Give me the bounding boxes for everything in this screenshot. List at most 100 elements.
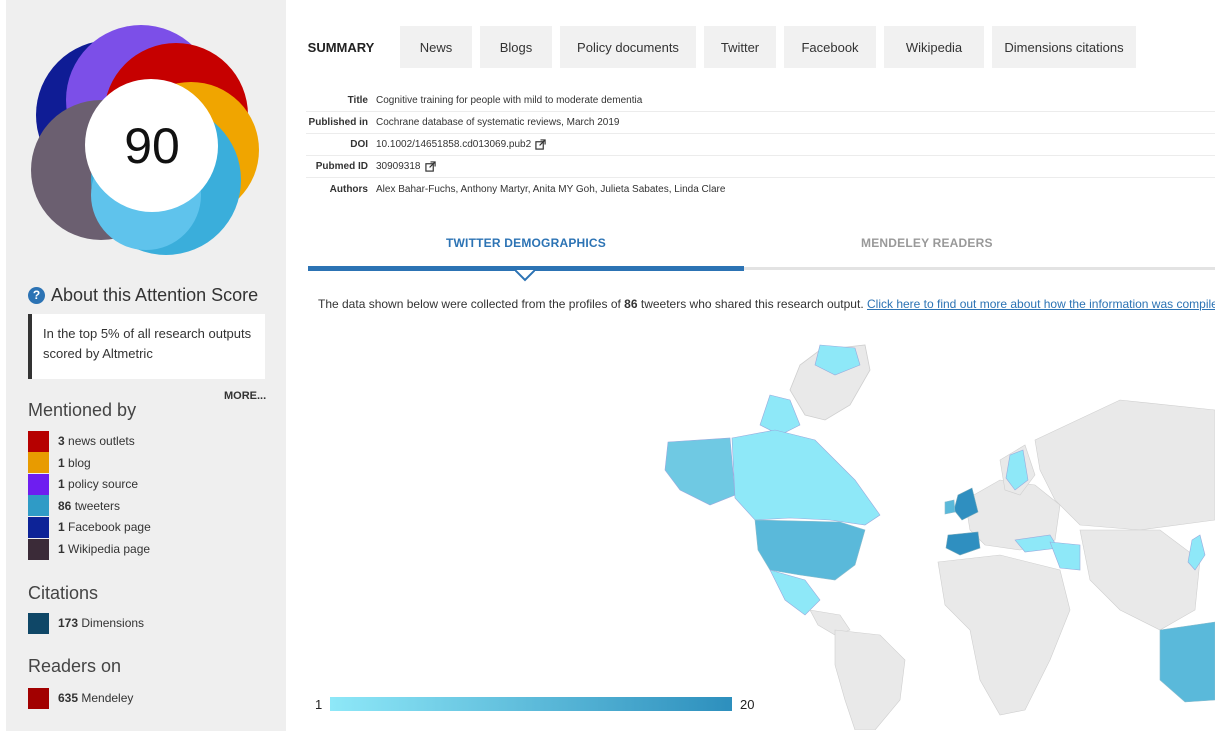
scale-max-label: 20 — [740, 697, 755, 712]
scale-min-label: 1 — [315, 697, 323, 712]
doi-label: DOI — [350, 139, 368, 150]
published-value: Cochrane database of systematic reviews,… — [376, 117, 620, 128]
mention-row[interactable]: 1 policy source — [28, 473, 138, 495]
mention-row[interactable]: 86 tweeters — [28, 495, 120, 517]
mentioned-by-heading: Mentioned by — [28, 400, 137, 420]
mention-swatch — [28, 516, 49, 538]
map-region-alaska[interactable] — [664, 437, 736, 506]
tab-dimensions-citations[interactable]: Dimensions citations — [992, 26, 1136, 68]
world-map — [664, 344, 1215, 730]
mention-text[interactable]: 86 tweeters — [58, 499, 120, 513]
reader-count: 635 — [58, 691, 79, 705]
mention-row[interactable]: 1 Facebook page — [28, 516, 151, 538]
pubmed-row: Pubmed ID 30909318 — [306, 156, 1215, 178]
title-row: Title Cognitive training for people with… — [306, 90, 1215, 112]
authors-value: Alex Bahar-Fuchs, Anthony Martyr, Anita … — [376, 183, 726, 195]
tab-twitter-demographics[interactable]: TWITTER DEMOGRAPHICS — [446, 236, 606, 250]
about-attention-score[interactable]: ? About this Attention Score — [28, 285, 258, 306]
pubmed-label: Pubmed ID — [315, 161, 368, 172]
desc-suffix: tweeters who shared this research output… — [637, 297, 867, 311]
mention-row[interactable]: 1 Wikipedia page — [28, 538, 150, 560]
about-label: About this Attention Score — [51, 285, 259, 305]
citation-row[interactable]: 173 Dimensions — [28, 612, 144, 634]
desc-count: 86 — [624, 297, 638, 311]
mention-text[interactable]: 3 news outlets — [58, 434, 135, 448]
map-region-australia[interactable] — [1159, 621, 1215, 703]
reader-swatch — [28, 687, 49, 709]
title-value: Cognitive training for people with mild … — [376, 95, 643, 106]
attention-score-value: 90 — [86, 80, 218, 212]
map-region-africa[interactable] — [937, 554, 1071, 716]
color-scale-bar — [330, 697, 732, 711]
question-circle-icon: ? — [28, 287, 45, 304]
readers-heading: Readers on — [28, 656, 122, 676]
title-label: Title — [347, 95, 368, 106]
tab-summary[interactable]: SUMMARY — [290, 26, 392, 68]
map-region-spain[interactable] — [945, 531, 981, 556]
reader-text[interactable]: 635 Mendeley — [58, 691, 133, 705]
mention-text[interactable]: 1 Wikipedia page — [58, 542, 150, 556]
citation-count: 173 — [58, 616, 79, 630]
citation-text[interactable]: 173 Dimensions — [58, 616, 144, 630]
map-region-iran[interactable] — [1049, 541, 1081, 571]
caret-down-icon — [515, 270, 535, 282]
authors-label: Authors — [329, 183, 368, 195]
map-region-canada-arctic[interactable] — [759, 394, 801, 436]
doi-value[interactable]: 10.1002/14651858.cd013069.pub2 — [376, 139, 531, 150]
map-region-russia[interactable] — [1034, 399, 1215, 531]
mention-label: policy source — [64, 477, 139, 492]
pubmed-link[interactable]: 30909318 — [376, 161, 436, 172]
mention-label: Wikipedia page — [64, 542, 151, 556]
published-row: Published in Cochrane database of system… — [306, 112, 1215, 134]
reader-row[interactable]: 635 Mendeley — [28, 687, 133, 709]
pubmed-value[interactable]: 30909318 — [376, 161, 421, 172]
authors-row: Authors Alex Bahar-Fuchs, Anthony Martyr… — [306, 178, 1215, 200]
mention-row[interactable]: 1 blog — [28, 452, 91, 474]
mention-count: 86 — [58, 498, 72, 513]
tab-twitter[interactable]: Twitter — [704, 26, 776, 68]
mention-label: blog — [64, 455, 91, 470]
mention-row[interactable]: 3 news outlets — [28, 430, 135, 452]
demographics-tabs: TWITTER DEMOGRAPHICS MENDELEY READERS — [308, 236, 1215, 282]
tab-policy-documents[interactable]: Policy documents — [560, 26, 696, 68]
mention-count: 3 — [58, 434, 65, 448]
desc-info-link[interactable]: Click here to find out more about how th… — [867, 297, 1215, 311]
map-region-canada[interactable] — [731, 429, 881, 526]
output-metadata: Title Cognitive training for people with… — [306, 90, 1215, 200]
tab-blogs[interactable]: Blogs — [480, 26, 552, 68]
mention-label: Facebook page — [64, 520, 151, 535]
mention-count: 1 — [58, 477, 65, 492]
citation-label: Dimensions — [78, 616, 145, 630]
mention-count: 1 — [58, 542, 65, 556]
map-region-south-america[interactable] — [834, 629, 906, 730]
tab-news[interactable]: News — [400, 26, 472, 68]
section-tabs: SUMMARY News Blogs Policy documents Twitter F… — [290, 26, 1136, 68]
doi-row: DOI 10.1002/14651858.cd013069.pub2 — [306, 134, 1215, 156]
mention-count: 1 — [58, 520, 65, 535]
mention-swatch — [28, 495, 49, 517]
doi-link[interactable]: 10.1002/14651858.cd013069.pub2 — [376, 139, 546, 150]
tab-facebook[interactable]: Facebook — [784, 26, 876, 68]
mention-text[interactable]: 1 blog — [58, 456, 91, 470]
map-region-japan[interactable] — [1187, 534, 1206, 571]
mention-label: news outlets — [64, 434, 135, 448]
mention-count: 1 — [58, 455, 65, 470]
desc-prefix: The data shown below were collected from… — [318, 297, 625, 311]
mention-text[interactable]: 1 Facebook page — [58, 520, 151, 534]
external-link-icon[interactable] — [535, 139, 546, 150]
mention-label: tweeters — [71, 498, 121, 513]
mention-swatch — [28, 452, 49, 474]
more-link[interactable]: MORE... — [224, 390, 266, 402]
top-percent-box: In the top 5% of all research outputs sc… — [28, 314, 265, 379]
tab-wikipedia[interactable]: Wikipedia — [884, 26, 984, 68]
map-region-ireland[interactable] — [944, 499, 956, 515]
tab-mendeley-readers[interactable]: MENDELEY READERS — [861, 236, 993, 250]
external-link-icon[interactable] — [424, 161, 436, 172]
citations-heading: Citations — [28, 583, 99, 603]
map-region-asia-south[interactable] — [1079, 529, 1201, 631]
tab-divider — [744, 267, 1215, 270]
mention-text[interactable]: 1 policy source — [58, 477, 138, 491]
citation-swatch — [28, 612, 49, 634]
mention-swatch — [28, 473, 49, 495]
reader-label: Mendeley — [78, 691, 134, 705]
